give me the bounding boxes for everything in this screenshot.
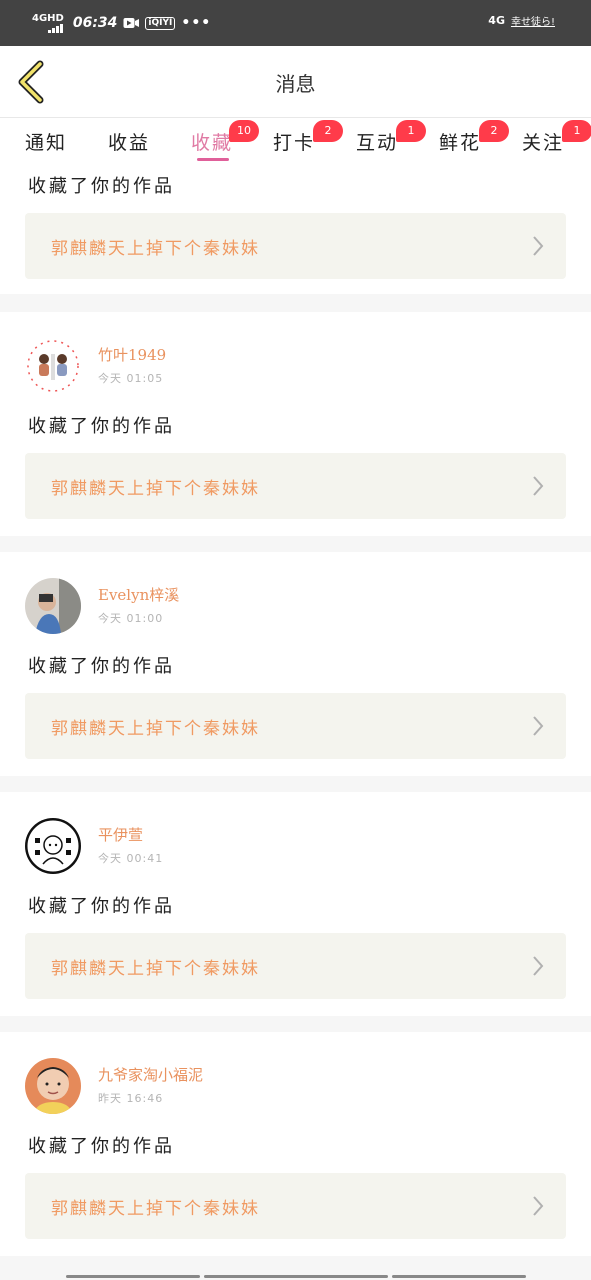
iqiyi-app-icon: iQIYI: [145, 16, 176, 30]
tab-label: 通知: [25, 132, 68, 154]
app-header: 消息: [0, 46, 591, 118]
tab-checkin[interactable]: 打卡 2: [273, 120, 343, 155]
work-link[interactable]: 郭麒麟天上掉下个秦妹妹: [25, 693, 566, 759]
status-bar: 4GHD 06:34 iQIYI ••• 4G 幸せ徒ら!: [0, 0, 591, 46]
work-title: 郭麒麟天上掉下个秦妹妹: [51, 1199, 260, 1219]
tab-notifications[interactable]: 通知: [25, 128, 67, 155]
chevron-right-icon: [533, 236, 544, 256]
work-title: 郭麒麟天上掉下个秦妹妹: [51, 719, 260, 739]
tab-bar: 通知 收益 收藏 10 打卡 2 互动 1 鲜花 2 关注 1: [0, 118, 591, 168]
tab-label: 打卡: [273, 132, 316, 154]
list-item[interactable]: 收藏了你的作品 郭麒麟天上掉下个秦妹妹: [0, 168, 591, 294]
avatar[interactable]: [25, 578, 81, 634]
chevron-right-icon: [533, 476, 544, 496]
avatar[interactable]: [25, 338, 81, 394]
tab-interactions[interactable]: 互动 1: [356, 120, 426, 155]
username[interactable]: 平伊萱: [98, 824, 143, 845]
list-item[interactable]: Evelyn梓溪 今天 01:00 收藏了你的作品 郭麒麟天上掉下个秦妹妹: [0, 552, 591, 776]
work-link[interactable]: 郭麒麟天上掉下个秦妹妹: [25, 1173, 566, 1239]
tab-following[interactable]: 关注 1: [522, 120, 591, 155]
timestamp: 今天 00:41: [98, 852, 164, 865]
timestamp: 今天 01:05: [98, 372, 164, 385]
gesture-bar-left[interactable]: [66, 1275, 200, 1278]
tab-label: 收益: [108, 132, 151, 154]
tab-label: 收藏: [191, 132, 234, 154]
list-item[interactable]: 平伊萱 今天 00:41 收藏了你的作品 郭麒麟天上掉下个秦妹妹: [0, 792, 591, 1016]
action-text: 收藏了你的作品: [28, 1136, 175, 1157]
work-link[interactable]: 郭麒麟天上掉下个秦妹妹: [25, 213, 566, 279]
unread-badge: 2: [479, 120, 509, 142]
unread-badge: 1: [562, 120, 591, 142]
tab-flowers[interactable]: 鲜花 2: [439, 120, 509, 155]
action-text: 收藏了你的作品: [28, 176, 175, 197]
network-indicator: 4GHD: [32, 12, 64, 24]
username[interactable]: 九爷家淘小福泥: [98, 1064, 203, 1085]
mobile-data-indicator: 4G: [488, 14, 505, 27]
work-link[interactable]: 郭麒麟天上掉下个秦妹妹: [25, 933, 566, 999]
tab-earnings[interactable]: 收益: [108, 128, 150, 155]
video-app-icon: [123, 18, 140, 28]
gesture-bar-right[interactable]: [392, 1275, 526, 1278]
timestamp: 昨天 16:46: [98, 1092, 164, 1105]
list-item[interactable]: 九爷家淘小福泥 昨天 16:46 收藏了你的作品 郭麒麟天上掉下个秦妹妹: [0, 1032, 591, 1256]
chevron-right-icon: [533, 716, 544, 736]
username[interactable]: 竹叶1949: [98, 344, 166, 365]
unread-badge: 1: [396, 120, 426, 142]
tab-label: 关注: [522, 132, 565, 154]
gesture-bar-center[interactable]: [204, 1275, 388, 1278]
username[interactable]: Evelyn梓溪: [98, 584, 179, 605]
action-text: 收藏了你的作品: [28, 656, 175, 677]
action-text: 收藏了你的作品: [28, 416, 175, 437]
work-title: 郭麒麟天上掉下个秦妹妹: [51, 479, 260, 499]
carrier-name: 幸せ徒ら!: [510, 17, 555, 28]
unread-badge: 2: [313, 120, 343, 142]
work-title: 郭麒麟天上掉下个秦妹妹: [51, 239, 260, 259]
clock: 06:34: [72, 15, 118, 31]
work-link[interactable]: 郭麒麟天上掉下个秦妹妹: [25, 453, 566, 519]
active-tab-indicator: [197, 158, 229, 161]
list-item[interactable]: 竹叶1949 今天 01:05 收藏了你的作品 郭麒麟天上掉下个秦妹妹: [0, 312, 591, 536]
work-title: 郭麒麟天上掉下个秦妹妹: [51, 959, 260, 979]
page-title: 消息: [275, 72, 316, 96]
unread-badge: 10: [229, 120, 259, 142]
timestamp: 今天 01:00: [98, 612, 164, 625]
signal-icon: [47, 23, 63, 33]
tab-favorites[interactable]: 收藏 10: [191, 120, 259, 155]
chevron-right-icon: [533, 1196, 544, 1216]
more-notifications-icon: •••: [181, 15, 212, 31]
tab-label: 互动: [356, 132, 399, 154]
tab-label: 鲜花: [439, 132, 482, 154]
chevron-right-icon: [533, 956, 544, 976]
avatar[interactable]: [25, 818, 81, 874]
avatar[interactable]: [25, 1058, 81, 1114]
action-text: 收藏了你的作品: [28, 896, 175, 917]
